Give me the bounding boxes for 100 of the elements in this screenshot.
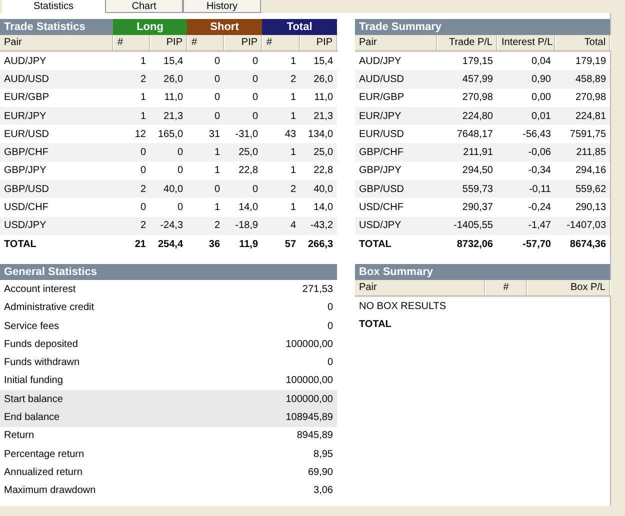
table-cell: 25,0	[300, 143, 338, 162]
table-cell: 1	[113, 106, 150, 126]
column-header[interactable]: PIP	[150, 35, 188, 51]
table-cell: 0	[150, 162, 188, 180]
table-cell: 1	[187, 162, 224, 180]
column-group-header: Total	[262, 19, 338, 35]
table-cell: 224,81	[555, 106, 610, 126]
table-cell: 179,15	[437, 51, 497, 70]
table-cell: 165,0	[150, 125, 188, 144]
total-cell: 254,4	[150, 234, 188, 254]
stat-label: Funds withdrawn	[3, 356, 81, 370]
column-header[interactable]: Pair	[0, 35, 113, 51]
column-header[interactable]: Pair	[355, 35, 437, 51]
column-header[interactable]: Box P/L	[527, 280, 610, 296]
column-header[interactable]: PIP	[300, 35, 338, 51]
column-header[interactable]: Interest P/L	[497, 35, 555, 51]
table-cell: 134,0	[300, 125, 338, 144]
tab[interactable]: Statistics	[2, 0, 105, 13]
stat-value: 0	[326, 320, 334, 334]
total-cell: 36	[187, 234, 224, 254]
table-cell: -24,3	[150, 216, 188, 235]
table-cell: 1	[262, 106, 300, 126]
table-cell: 0	[224, 180, 262, 198]
stat-value: 100000,00	[220, 390, 337, 408]
table-cell: 294,16	[555, 162, 610, 180]
table-cell: EUR/GBP	[0, 88, 113, 107]
stat-value: 271,53	[301, 282, 334, 297]
stat-label: Start balance	[0, 390, 220, 408]
total-cell: 8732,06	[437, 234, 497, 254]
table-cell: 21,3	[300, 106, 338, 126]
table-cell: AUD/USD	[355, 70, 437, 89]
panel-title: Trade Statistics	[0, 19, 113, 35]
stat-label: Percentage return	[3, 448, 86, 462]
table-cell: 559,73	[437, 180, 497, 198]
table-cell: AUD/USD	[0, 70, 113, 89]
stat-value: 100000,00	[220, 372, 337, 390]
table-cell: 22,8	[224, 162, 262, 180]
table-cell: 0	[150, 143, 188, 162]
stat-label: Return	[0, 426, 220, 445]
table-cell: -0,34	[497, 162, 555, 180]
table-cell-text: 1	[289, 201, 298, 216]
table-cell: AUD/JPY	[355, 51, 437, 70]
table-cell: EUR/USD	[0, 125, 113, 144]
panel-title: Trade Summary	[355, 19, 610, 35]
table-cell: 40,0	[150, 180, 188, 198]
table-cell: -56,43	[497, 125, 555, 144]
table-cell: 179,19	[555, 51, 610, 70]
table-cell: 7591,75	[555, 125, 610, 144]
table-cell: 0	[224, 51, 262, 70]
tab[interactable]: Chart	[105, 0, 183, 13]
table-cell: 0	[187, 106, 224, 126]
stat-label: Account interest	[3, 282, 77, 297]
stat-value: 69,90	[306, 466, 334, 480]
table-cell: 1	[262, 143, 300, 162]
table-cell: -18,9	[224, 216, 262, 235]
total-cell: 11,9	[224, 234, 262, 254]
table-cell: 21,3	[150, 106, 188, 126]
total-cell: 21	[113, 234, 150, 254]
column-header[interactable]: Total	[555, 35, 610, 51]
table-cell: 26,0	[150, 70, 188, 89]
stat-label: Initial funding	[0, 372, 220, 390]
table-cell: GBP/CHF	[0, 143, 113, 162]
table-cell-text: USD/CHF	[358, 201, 404, 216]
tab[interactable]: History	[183, 0, 261, 13]
table-cell: 1	[113, 88, 150, 107]
column-header[interactable]: #	[262, 35, 300, 51]
table-cell-text: 290,37	[461, 201, 494, 216]
column-header[interactable]: #	[485, 280, 527, 296]
column-header[interactable]: #	[187, 35, 224, 51]
stat-label: Service fees	[3, 320, 60, 334]
total-cell: 266,3	[300, 234, 338, 254]
total-cell: 57	[262, 234, 300, 254]
stat-label: Maximum drawdown	[3, 484, 97, 498]
table-cell: 559,62	[555, 180, 610, 198]
table-cell: 0	[113, 162, 150, 180]
stat-label: Annualized return	[3, 466, 84, 480]
column-header[interactable]: PIP	[224, 35, 262, 51]
table-cell: EUR/GBP	[355, 88, 437, 107]
stat-value: 0	[326, 301, 334, 316]
table-cell: GBP/USD	[355, 180, 437, 198]
table-cell: 43	[262, 125, 300, 144]
table-cell: -43,2	[300, 216, 338, 235]
table-cell: GBP/CHF	[355, 143, 437, 162]
column-header[interactable]: Trade P/L	[437, 35, 497, 51]
table-cell: 1	[262, 51, 300, 70]
table-cell: 0	[113, 143, 150, 162]
column-group-header: Short	[187, 19, 262, 35]
total-cell: TOTAL	[355, 234, 437, 254]
table-cell: 457,99	[437, 70, 497, 89]
table-cell: 0	[224, 70, 262, 89]
table-cell: 40,0	[300, 180, 338, 198]
table-cell: 1	[262, 162, 300, 180]
column-header[interactable]: #	[113, 35, 150, 51]
column-header[interactable]: Pair	[355, 280, 485, 296]
table-cell: -1407,03	[555, 216, 610, 235]
table-cell-text: 0	[176, 201, 184, 216]
table-cell: 224,80	[437, 106, 497, 126]
table-cell: 31	[187, 125, 224, 144]
table-cell: 15,4	[300, 51, 338, 70]
table-cell: 0,04	[497, 51, 555, 70]
